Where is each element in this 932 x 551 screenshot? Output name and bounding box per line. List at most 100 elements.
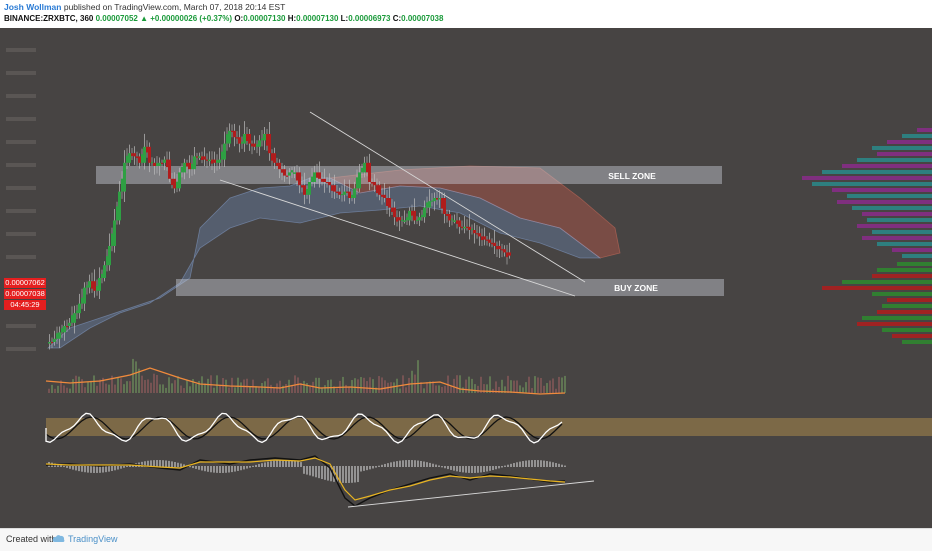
macd-hist-bar: [384, 463, 386, 467]
macd-hist-bar: [399, 460, 401, 467]
macd-hist-bar: [219, 466, 221, 473]
countdown-label: 04:45:29: [4, 300, 46, 310]
author-link[interactable]: Josh Wollman: [4, 2, 61, 12]
macd-hist-bar: [318, 466, 320, 479]
macd-hist-bar: [249, 466, 251, 468]
macd-hist-bar: [465, 466, 467, 473]
candle-body: [206, 159, 208, 161]
volume-bar: [57, 385, 59, 393]
macd-line: [45, 455, 566, 507]
candle-body: [226, 134, 228, 144]
volume-bar: [384, 380, 386, 393]
candle-body: [296, 172, 298, 181]
symbol-label: BINANCE:ZRXBTC, 360: [4, 14, 94, 23]
candle-body: [111, 233, 113, 246]
macd-hist-bar: [225, 466, 227, 473]
volume-bar: [180, 385, 182, 393]
scale-tick: [6, 209, 36, 213]
candle-body: [356, 177, 358, 189]
volume-bar: [345, 384, 347, 393]
macd-hist-bar: [513, 463, 515, 467]
macd-hist-bar: [84, 466, 86, 473]
candle-body: [406, 217, 408, 221]
price-label-2: 0.00007038: [4, 289, 46, 299]
macd-hist-bar: [402, 460, 404, 467]
candle-body: [501, 249, 503, 251]
macd-hist-bar: [234, 466, 236, 472]
volume-bar: [93, 375, 95, 393]
macd-hist-bar: [516, 462, 518, 467]
macd-hist-bar: [405, 460, 407, 467]
candle-body: [63, 326, 66, 333]
candle-body: [186, 162, 188, 167]
volume-bar: [216, 375, 218, 393]
volume-bar: [84, 387, 86, 393]
candle-body: [96, 286, 98, 291]
candle-body: [141, 154, 143, 163]
candle-body: [466, 226, 468, 228]
volume-bar: [207, 378, 209, 393]
volume-bar: [198, 380, 200, 393]
volume-bar: [117, 377, 119, 393]
macd-hist-bar: [555, 462, 557, 467]
macd-hist-bar: [477, 466, 479, 473]
candle-body: [163, 159, 166, 163]
volume-bar: [75, 375, 77, 393]
macd-hist-bar: [111, 466, 113, 472]
volume-bar: [360, 377, 362, 393]
volume-bar: [537, 377, 539, 393]
volume-bar: [150, 382, 152, 393]
macd-hist-bar: [351, 466, 353, 483]
candle-body: [86, 285, 88, 288]
volume-bar: [108, 384, 110, 393]
macd-hist-bar: [324, 466, 326, 480]
volume-bar: [120, 378, 122, 393]
macd-hist-bar: [498, 466, 500, 469]
volume-bar: [489, 376, 491, 393]
candle-body: [283, 169, 286, 176]
volume-bar: [168, 377, 170, 393]
candle-body: [78, 303, 81, 314]
candle-body: [443, 198, 446, 214]
candle-body: [366, 162, 368, 173]
macd-hist-bar: [246, 466, 248, 469]
macd-hist-bar: [78, 466, 80, 472]
candle-body: [428, 201, 431, 208]
candle-body: [481, 236, 483, 241]
volume-profile-row: [872, 146, 932, 150]
candle-body: [348, 191, 351, 198]
candle-body: [106, 256, 108, 266]
volume-bar: [270, 384, 272, 393]
candle-body: [306, 188, 308, 195]
macd-hist-bar: [411, 460, 413, 467]
volume-bar: [558, 376, 560, 393]
volume-bar: [552, 378, 554, 393]
candle-body: [476, 233, 478, 235]
candle-body: [503, 249, 506, 253]
candle-body: [316, 172, 318, 178]
candle-body: [151, 161, 153, 164]
candle-body: [148, 146, 151, 163]
volume-bar: [123, 384, 125, 393]
price-label-1: 0.00007062: [4, 278, 46, 288]
macd-hist-bar: [393, 461, 395, 467]
low-value: 0.00006973: [348, 14, 391, 23]
volume-bar: [63, 385, 65, 393]
scale-tick: [6, 324, 36, 328]
candle-body: [108, 246, 111, 266]
candle-body: [343, 191, 346, 195]
scale-tick: [6, 232, 36, 236]
macd-hist-bar: [75, 466, 77, 471]
chart-canvas[interactable]: SELL ZONE BUY ZONE 0.00007062 0.00007038…: [0, 28, 932, 528]
candle-body: [143, 146, 146, 163]
volume-bar: [135, 361, 137, 393]
candle-body: [308, 182, 311, 195]
volume-bar: [378, 376, 380, 393]
tradingview-link[interactable]: TradingView: [68, 534, 118, 544]
volume-bar: [48, 388, 50, 393]
candle-body: [426, 202, 428, 208]
candle-body: [451, 218, 453, 221]
volume-profile-row: [887, 140, 932, 144]
candle-body: [346, 191, 348, 193]
volume-bar: [438, 385, 440, 393]
